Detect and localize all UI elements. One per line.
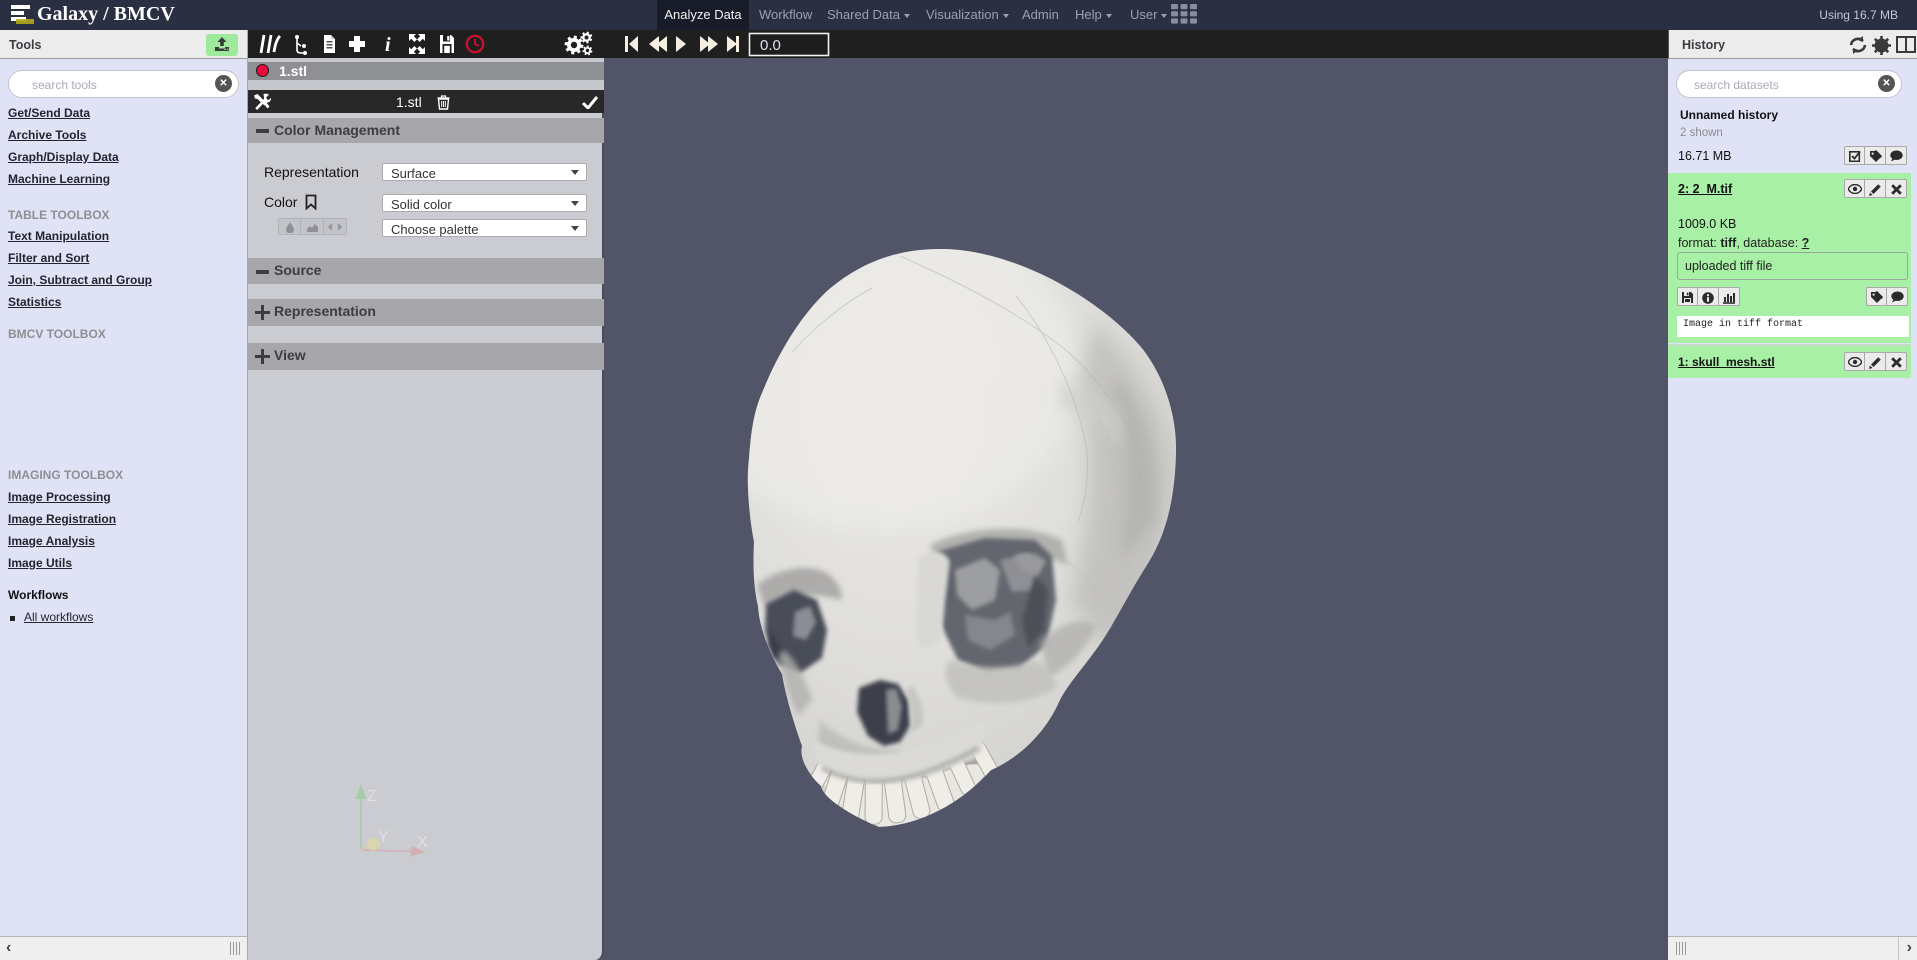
svg-text:Z: Z xyxy=(367,788,377,805)
svg-text:0.0: 0.0 xyxy=(760,37,781,54)
svg-text:i: i xyxy=(385,34,391,56)
svg-text:X: X xyxy=(417,834,428,851)
svg-text:Y: Y xyxy=(378,829,389,846)
